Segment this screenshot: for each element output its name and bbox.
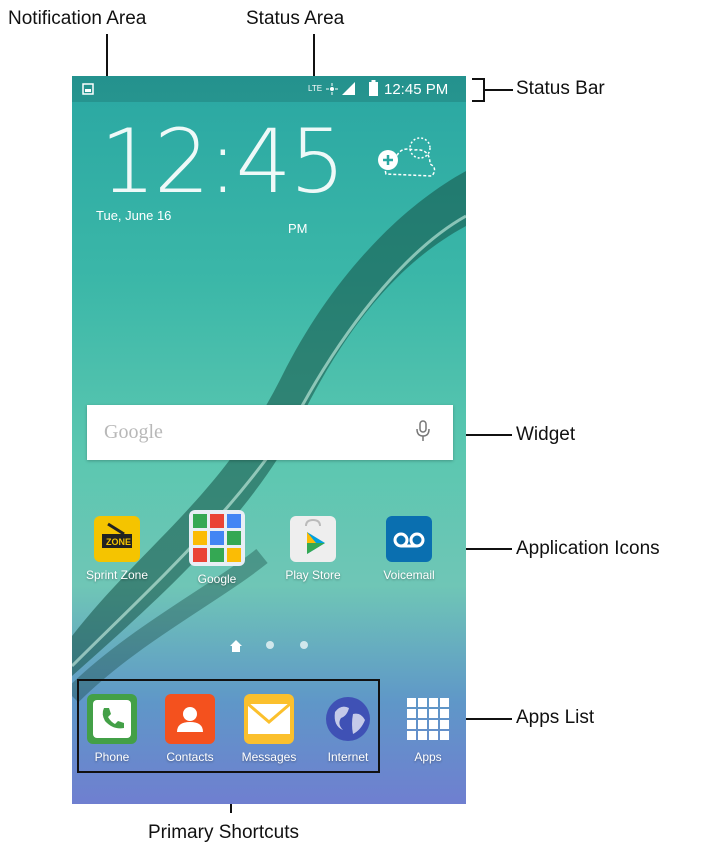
google-folder-icon — [189, 510, 245, 566]
network-type: LTE — [308, 84, 323, 93]
primary-shortcuts-box — [77, 679, 380, 773]
play-store-icon — [290, 516, 336, 562]
google-search-widget[interactable]: Google — [87, 405, 453, 460]
page-dot — [300, 641, 308, 649]
widget-label: Widget — [516, 424, 576, 445]
clock-date[interactable]: Tue, June 16 — [96, 208, 171, 223]
status-bar-callout-bracket-bottom — [472, 100, 484, 102]
app-label: Sprint Zone — [85, 568, 149, 582]
application-icons-label: Application Icons — [516, 538, 660, 559]
status-bar[interactable]: LTE 12:45 PM — [72, 76, 466, 102]
status-area-label: Status Area — [246, 8, 345, 29]
data-activity-icon — [326, 82, 338, 98]
app-google-folder[interactable]: Google — [172, 510, 262, 586]
home-page-icon — [230, 639, 242, 657]
svg-text:ZONE: ZONE — [106, 537, 131, 547]
status-bar-callout — [485, 89, 513, 91]
app-voicemail[interactable]: Voicemail — [364, 516, 454, 582]
signal-icon — [342, 82, 355, 98]
weather-widget[interactable] — [372, 126, 442, 186]
status-time: 12:45 PM — [384, 81, 449, 98]
app-play-store[interactable]: Play Store — [268, 516, 358, 582]
app-label: Google — [197, 572, 237, 586]
notification-image-icon — [82, 82, 94, 98]
dock-label: Apps — [414, 750, 442, 764]
notification-area-label: Notification Area — [8, 8, 147, 29]
page-indicator[interactable] — [72, 639, 466, 652]
battery-icon — [369, 80, 378, 99]
voicemail-icon — [386, 516, 432, 562]
page-dot — [266, 641, 274, 649]
clock-ampm: PM — [288, 221, 308, 236]
status-area-callout — [313, 34, 315, 78]
app-sprint-zone[interactable]: ZONE Sprint Zone — [72, 516, 162, 582]
dock-apps[interactable]: Apps — [388, 694, 466, 764]
app-label: Voicemail — [383, 568, 435, 582]
app-label: Play Store — [285, 568, 341, 582]
apps-grid-icon — [403, 694, 453, 744]
status-bar-label: Status Bar — [516, 78, 605, 99]
notification-area-callout — [106, 34, 108, 78]
sprint-zone-icon: ZONE — [94, 516, 140, 562]
primary-shortcuts-label: Primary Shortcuts — [148, 822, 299, 843]
apps-list-label: Apps List — [516, 707, 595, 728]
clock-time[interactable]: 12:45 — [100, 110, 346, 213]
weather-add-icon — [378, 137, 436, 177]
mic-icon[interactable] — [415, 419, 431, 448]
search-placeholder: Google — [104, 421, 163, 443]
